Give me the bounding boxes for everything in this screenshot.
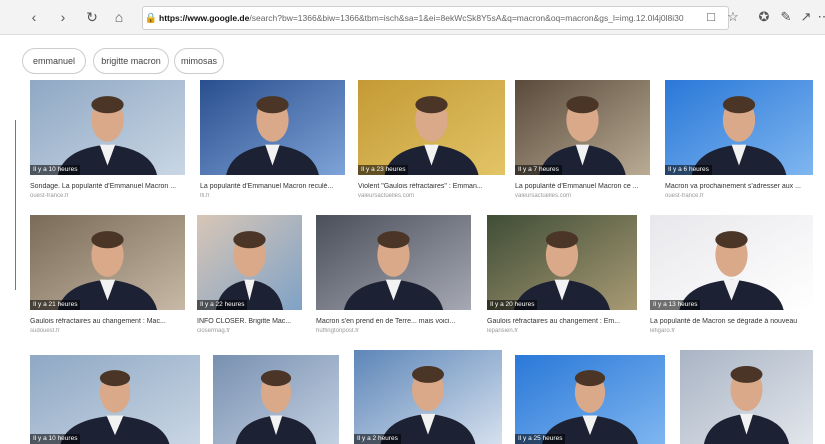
image-thumbnail[interactable]: Il y a 20 heures: [487, 215, 637, 310]
more-icon[interactable]: ⋯: [815, 7, 825, 27]
image-source: valeursactuelles.com: [358, 193, 415, 199]
image-source: closermag.fr: [197, 328, 231, 334]
image-caption[interactable]: Gaulois réfractaires au changement : Em.…: [487, 318, 637, 325]
image-thumbnail[interactable]: Il y a 25 heures: [515, 355, 665, 444]
time-badge: Il y a 6 heures: [665, 165, 712, 175]
back-icon[interactable]: ‹: [24, 7, 44, 27]
image-caption[interactable]: Macron s'en prend en de Terre... mais vo…: [316, 318, 471, 325]
image-thumbnail[interactable]: [316, 215, 471, 310]
portrait-image: [665, 80, 813, 175]
home-icon[interactable]: ⌂: [109, 7, 129, 27]
time-badge: Il y a 23 heures: [358, 165, 409, 175]
image-thumbnail[interactable]: [213, 355, 339, 444]
image-thumbnail[interactable]: Il y a 7 heures: [515, 80, 650, 175]
time-badge: Il y a 7 heures: [515, 165, 562, 175]
image-source: lfi.fr: [200, 193, 210, 199]
time-badge: Il y a 22 heures: [197, 300, 248, 310]
portrait-image: [354, 350, 502, 444]
image-thumbnail[interactable]: Il y a 6 heures: [665, 80, 813, 175]
image-thumbnail[interactable]: [200, 80, 345, 175]
reading-view-icon[interactable]: □: [702, 7, 720, 27]
portrait-image: [680, 350, 813, 444]
image-thumbnail[interactable]: Il y a 21 heures: [30, 215, 185, 310]
browser-toolbar: ‹ › ↻ ⌂ 🔒 https://www.google.de/search?bw…: [0, 0, 825, 35]
url-host: https://www.google.de: [159, 13, 250, 23]
share-icon[interactable]: ↗: [797, 7, 815, 27]
lock-icon: 🔒: [144, 13, 158, 24]
divider: [15, 120, 16, 290]
portrait-image: [650, 215, 813, 310]
favorites-list-icon[interactable]: ✪: [755, 7, 773, 27]
portrait-image: [487, 215, 637, 310]
time-badge: Il y a 21 heures: [30, 300, 81, 310]
portrait-image: [515, 355, 665, 444]
image-caption[interactable]: Gaulois réfractaires au changement : Mac…: [30, 318, 185, 325]
url-path: /search?bw=1366&biw=1366&tbm=isch&sa=1&e…: [249, 13, 684, 23]
image-source: valeursactuelles.com: [515, 193, 572, 199]
image-source: leparisien.fr: [487, 328, 519, 334]
image-caption[interactable]: Violent "Gaulois réfractaires" : Emman..…: [358, 183, 505, 190]
chip-brigitte-macron[interactable]: brigitte macron: [93, 48, 169, 74]
portrait-image: [30, 355, 200, 444]
image-caption[interactable]: Sondage. La popularité d'Emmanuel Macron…: [30, 183, 185, 190]
portrait-image: [30, 80, 185, 175]
image-source: sudouest.fr: [30, 328, 60, 334]
forward-icon[interactable]: ›: [53, 7, 73, 27]
pen-icon[interactable]: ✎: [777, 7, 795, 27]
image-source: ouest-france.fr: [30, 193, 69, 199]
image-source: huffingtonpost.fr: [316, 328, 359, 334]
portrait-image: [200, 80, 345, 175]
image-thumbnail[interactable]: Il y a 10 heures: [30, 80, 185, 175]
portrait-image: [358, 80, 505, 175]
time-badge: Il y a 13 heures: [650, 300, 701, 310]
portrait-image: [213, 355, 339, 444]
time-badge: Il y a 10 heures: [30, 165, 81, 175]
portrait-image: [316, 215, 471, 310]
image-thumbnail[interactable]: Il y a 23 heures: [358, 80, 505, 175]
time-badge: Il y a 2 heures: [354, 434, 401, 444]
image-thumbnail[interactable]: Il y a 22 heures: [197, 215, 302, 310]
time-badge: Il y a 20 heures: [487, 300, 538, 310]
image-source: lefigaro.fr: [650, 328, 676, 334]
address-bar[interactable]: 🔒 https://www.google.de/search?bw=1366&bi…: [142, 6, 729, 30]
portrait-image: [515, 80, 650, 175]
portrait-image: [30, 215, 185, 310]
image-source: ouest-france.fr: [665, 193, 704, 199]
time-badge: Il y a 25 heures: [515, 434, 566, 444]
portrait-image: [197, 215, 302, 310]
image-caption[interactable]: La popularité d'Emmanuel Macron reculé..…: [200, 183, 345, 190]
time-badge: Il y a 10 heures: [30, 434, 81, 444]
chip-emmanuel[interactable]: emmanuel: [22, 48, 86, 74]
image-caption[interactable]: Macron va prochainement s'adresser aux .…: [665, 183, 813, 190]
image-caption[interactable]: La popularité de Macron se dégrade à nou…: [650, 318, 813, 325]
refresh-icon[interactable]: ↻: [82, 7, 102, 27]
image-thumbnail[interactable]: [680, 350, 813, 444]
image-thumbnail[interactable]: Il y a 10 heures: [30, 355, 200, 444]
image-caption[interactable]: La popularité d'Emmanuel Macron ce ...: [515, 183, 650, 190]
image-caption[interactable]: INFO CLOSER. Brigitte Mac...: [197, 318, 302, 325]
image-thumbnail[interactable]: Il y a 13 heures: [650, 215, 813, 310]
chip-mimosas[interactable]: mimosas: [174, 48, 224, 74]
image-thumbnail[interactable]: Il y a 2 heures: [354, 350, 502, 444]
favorite-star-icon[interactable]: ☆: [724, 7, 742, 27]
